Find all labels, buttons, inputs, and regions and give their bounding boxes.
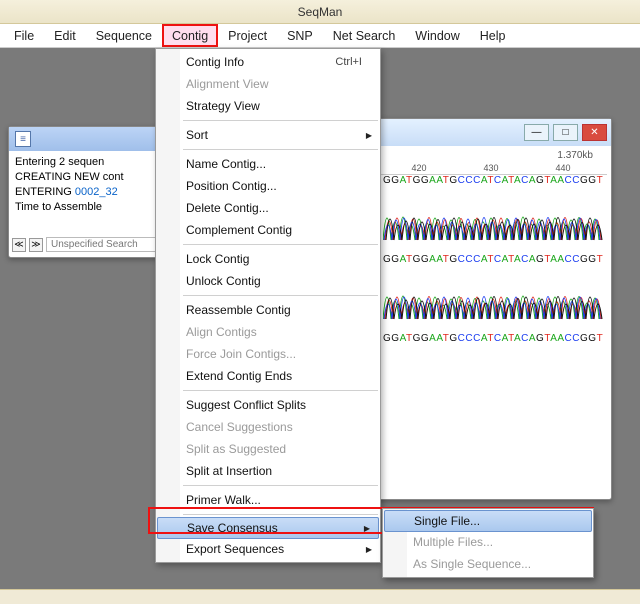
menu-save-consensus[interactable]: Save Consensus: [157, 517, 379, 539]
maximize-button[interactable]: □: [553, 124, 578, 141]
menu-window[interactable]: Window: [405, 24, 469, 47]
menu-contig[interactable]: Contig: [162, 24, 218, 47]
menu-separator: [183, 149, 378, 150]
menubar: File Edit Sequence Contig Project SNP Ne…: [0, 24, 640, 48]
menu-separator: [183, 295, 378, 296]
menu-separator: [183, 485, 378, 486]
menu-reassemble-contig[interactable]: Reassemble Contig: [156, 299, 380, 321]
menu-cancel-suggestions: Cancel Suggestions: [156, 416, 380, 438]
menu-lock-contig[interactable]: Lock Contig: [156, 248, 380, 270]
contig-menu-dropdown: Contig Info Ctrl+I Alignment View Strate…: [155, 48, 381, 563]
menu-separator: [183, 514, 378, 515]
menu-strategy-view[interactable]: Strategy View: [156, 95, 380, 117]
menu-unlock-contig[interactable]: Unlock Contig: [156, 270, 380, 292]
menu-snp[interactable]: SNP: [277, 24, 323, 47]
menu-position-contig[interactable]: Position Contig...: [156, 175, 380, 197]
menu-sequence[interactable]: Sequence: [86, 24, 162, 47]
menu-edit[interactable]: Edit: [44, 24, 86, 47]
menu-primer-walk[interactable]: Primer Walk...: [156, 489, 380, 511]
menu-name-contig[interactable]: Name Contig...: [156, 153, 380, 175]
trace-row-2: [383, 269, 603, 325]
menu-export-sequences[interactable]: Export Sequences: [156, 538, 380, 560]
submenu-single-file[interactable]: Single File...: [384, 510, 592, 532]
menu-separator: [183, 120, 378, 121]
menu-suggest-splits[interactable]: Suggest Conflict Splits: [156, 394, 380, 416]
menu-project[interactable]: Project: [218, 24, 277, 47]
save-consensus-submenu: Single File... Multiple Files... As Sing…: [382, 508, 594, 578]
document-icon: ≡: [15, 131, 31, 147]
next-button[interactable]: ≫: [29, 238, 43, 252]
menu-split-suggested: Split as Suggested: [156, 438, 380, 460]
submenu-multiple-files: Multiple Files...: [383, 531, 593, 553]
status-bar: [0, 589, 640, 604]
menu-complement-contig[interactable]: Complement Contig: [156, 219, 380, 241]
app-title: SeqMan: [298, 5, 343, 19]
menu-force-join: Force Join Contigs...: [156, 343, 380, 365]
app-title-bar: SeqMan: [0, 0, 640, 24]
menu-align-contigs: Align Contigs: [156, 321, 380, 343]
shortcut-label: Ctrl+I: [335, 56, 362, 68]
menu-netsearch[interactable]: Net Search: [323, 24, 406, 47]
trace-row-1: [383, 190, 603, 246]
tick: 430: [483, 163, 498, 173]
menu-separator: [183, 244, 378, 245]
prev-button[interactable]: ≪: [12, 238, 26, 252]
menu-split-insertion[interactable]: Split at Insertion: [156, 460, 380, 482]
tick: 420: [411, 163, 426, 173]
menu-file[interactable]: File: [4, 24, 44, 47]
menu-alignment-view: Alignment View: [156, 73, 380, 95]
menu-extend-ends[interactable]: Extend Contig Ends: [156, 365, 380, 387]
menu-sort[interactable]: Sort: [156, 124, 380, 146]
submenu-as-single-sequence: As Single Sequence...: [383, 553, 593, 575]
menu-delete-contig[interactable]: Delete Contig...: [156, 197, 380, 219]
close-button[interactable]: ✕: [582, 124, 607, 141]
minimize-button[interactable]: —: [524, 124, 549, 141]
menu-help[interactable]: Help: [470, 24, 516, 47]
menu-contig-info[interactable]: Contig Info Ctrl+I: [156, 51, 380, 73]
tick: 440: [555, 163, 570, 173]
menu-separator: [183, 390, 378, 391]
